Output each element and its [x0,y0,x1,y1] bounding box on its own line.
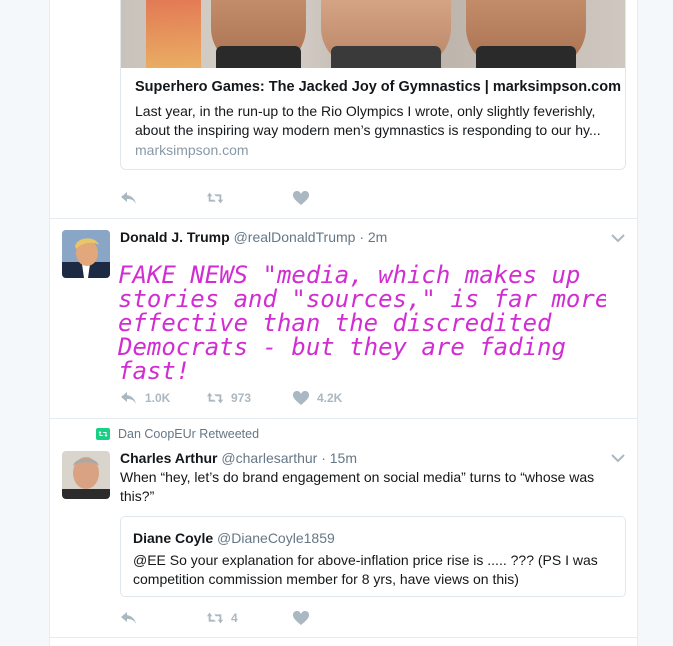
retweet-button[interactable] [206,190,292,206]
quoted-author-handle: @DianeCoyle1859 [217,530,335,546]
card-domain: marksimpson.com [135,142,249,158]
tweet-header: Donald J. Trump @realDonaldTrump · 2m [120,229,387,245]
avatar-image [62,451,110,499]
like-button[interactable] [292,610,378,626]
retweet-icon [206,192,224,204]
timestamp[interactable]: · 2m [359,229,387,245]
author-handle[interactable]: @realDonaldTrump [234,229,356,245]
tweet-actions: 1.0K 973 4.2K [120,388,378,408]
like-count: 4.2K [317,391,343,405]
retweet-count: 973 [231,391,252,405]
retweeted-by[interactable]: Dan CoopEUr Retweeted [118,427,259,441]
reply-icon [121,612,136,624]
author-handle[interactable]: @charlesarthur [221,450,317,466]
retweet-icon [206,612,224,624]
handwriting-line-5: fast! [118,357,190,383]
reply-button[interactable] [120,190,206,206]
chevron-down-icon[interactable] [611,453,625,463]
author-name[interactable]: Donald J. Trump [120,229,230,245]
like-button[interactable] [292,190,378,206]
handwritten-tweet-text: FAKE NEWS "media, which makes up stories… [117,261,606,383]
tweet-actions [120,188,378,208]
tweet-retweeted[interactable]: Dan CoopEUr Retweeted Charles Arthur @ch… [50,419,637,638]
tweet-link-card[interactable]: Superhero Games: The Jacked Joy of Gymna… [50,0,637,219]
avatar[interactable] [62,230,110,278]
retweet-button[interactable]: 973 [206,390,292,406]
link-card[interactable]: Superhero Games: The Jacked Joy of Gymna… [120,0,626,170]
tweet-trump[interactable]: Donald J. Trump @realDonaldTrump · 2m FA… [50,219,637,419]
quoted-tweet[interactable]: Diane Coyle @DianeCoyle1859 @EE So your … [120,516,626,597]
reply-icon [121,192,136,204]
retweet-count: 4 [231,611,238,625]
retweet-context: Dan CoopEUr Retweeted [96,427,259,441]
card-description: Last year, in the run-up to the Rio Olym… [135,103,601,138]
like-button[interactable]: 4.2K [292,390,378,406]
avatar[interactable] [62,451,110,499]
reply-button[interactable] [120,610,206,626]
heart-icon [293,391,309,405]
timestamp[interactable]: · 15m [321,450,357,466]
card-image[interactable] [121,0,625,68]
tweet-text: When “hey, let’s do brand engagement on … [120,469,595,504]
quoted-tweet-text: @EE So your explanation for above-inflat… [133,552,598,587]
avatar-image [62,230,110,278]
quoted-tweet-header: Diane Coyle @DianeCoyle1859 [133,530,335,546]
timeline: Superhero Games: The Jacked Joy of Gymna… [49,0,638,646]
tweet-actions: 4 [120,608,378,628]
author-name[interactable]: Charles Arthur [120,450,218,466]
reply-button[interactable]: 1.0K [120,390,206,406]
tweet-header: Charles Arthur @charlesarthur · 15m [120,450,357,466]
retweet-button[interactable]: 4 [206,610,292,626]
reply-icon [121,392,136,404]
chevron-down-icon[interactable] [611,233,625,243]
card-title[interactable]: Superhero Games: The Jacked Joy of Gymna… [135,79,621,95]
retweet-icon [206,392,224,404]
quoted-author-name: Diane Coyle [133,530,214,546]
heart-icon [293,191,309,205]
retweet-icon [96,428,110,440]
reply-count: 1.0K [145,391,171,405]
heart-icon [293,611,309,625]
